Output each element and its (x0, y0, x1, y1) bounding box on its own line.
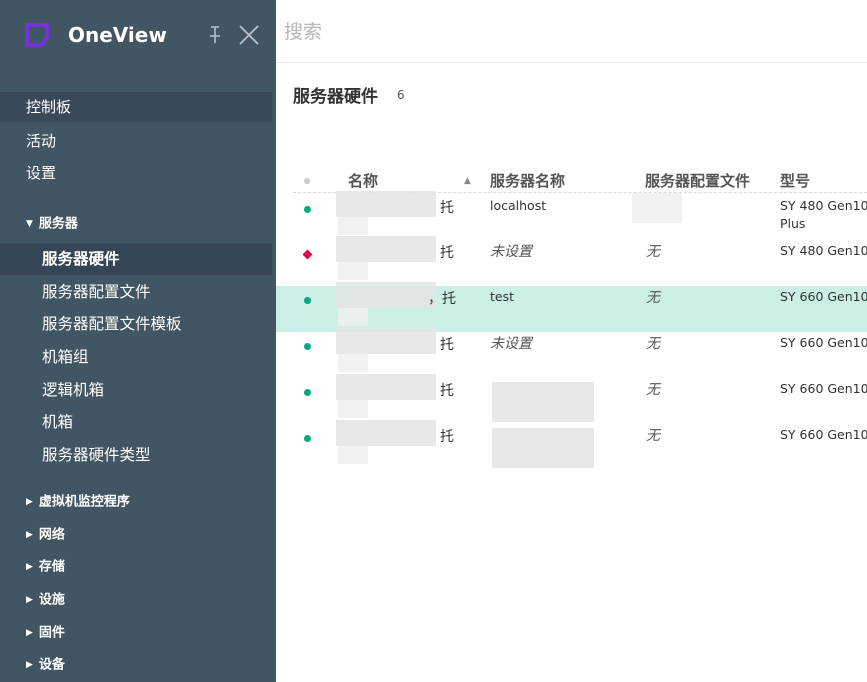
column-header-server-name[interactable]: 服务器名称 (490, 170, 565, 192)
collapsed-triangle-icon: ▶ (26, 660, 33, 670)
server-name-suffix[interactable]: 托 (440, 334, 454, 354)
sidebar-group-label: 存储 (38, 559, 65, 575)
server-name-suffix[interactable]: 托 (440, 242, 454, 262)
server-profile-cell: 无 (646, 244, 660, 260)
sidebar-item-server-profiles[interactable]: 服务器配置文件 (0, 276, 272, 308)
page-title: 服务器硬件 (293, 87, 378, 107)
sidebar-item-server-profile-templates[interactable]: 服务器配置文件模板 (0, 308, 272, 340)
sidebar-item-server-hardware[interactable]: 服务器硬件 (0, 243, 272, 275)
redacted-name (336, 236, 436, 262)
table-row[interactable]: ，托 test 无 SY 660 Gen10 (276, 282, 867, 332)
status-ok-icon (304, 297, 311, 304)
sidebar-item-enclosures[interactable]: 机箱 (0, 406, 272, 438)
sidebar-item-enclosure-groups[interactable]: 机箱组 (0, 341, 272, 373)
redacted-name (336, 282, 436, 308)
sidebar-group-servers[interactable]: ▼ 服务器 (0, 210, 272, 238)
sidebar-group-label: 网络 (38, 527, 65, 543)
sidebar-group-hypervisors[interactable]: ▶ 虚拟机监控程序 (0, 488, 272, 516)
brand-header: OneView (0, 0, 276, 70)
server-name-suffix[interactable]: 托 (440, 426, 454, 446)
collapsed-triangle-icon: ▶ (26, 595, 33, 605)
sidebar-group-label: 服务器 (38, 216, 78, 232)
status-ok-icon (304, 389, 311, 396)
redacted-server-name (492, 382, 594, 422)
redacted-name (336, 191, 436, 217)
sidebar-item-server-hardware-types[interactable]: 服务器硬件类型 (0, 439, 272, 471)
redacted-server-profile (632, 193, 682, 223)
sidebar-group-label: 设施 (38, 592, 65, 608)
redacted-name (338, 446, 368, 464)
search-bar (276, 0, 867, 63)
server-name-cell: localhost (490, 198, 547, 213)
oneview-logo-icon (25, 23, 49, 47)
redacted-name (338, 354, 368, 372)
sidebar-item-logical-enclosures[interactable]: 逻辑机箱 (0, 374, 272, 406)
model-cell: SY 480 Gen10 (780, 243, 867, 258)
sidebar-item-activity[interactable]: 活动 (0, 126, 272, 156)
app-name: OneView (68, 23, 167, 47)
sort-asc-icon[interactable]: ▲ (464, 176, 471, 186)
item-count: 6 (397, 88, 405, 102)
column-header-name[interactable]: 名称 (348, 170, 378, 192)
collapsed-triangle-icon: ▶ (26, 530, 33, 540)
column-header-server-profile[interactable]: 服务器配置文件 (645, 170, 750, 192)
model-cell: SY 660 Gen10 (780, 335, 867, 350)
server-profile-cell: 无 (646, 290, 660, 306)
collapsed-triangle-icon: ▶ (26, 497, 33, 507)
table-row[interactable]: 托 localhost SY 480 Gen10 Plus (276, 191, 867, 241)
sidebar-group-networking[interactable]: ▶ 网络 (0, 521, 272, 549)
server-name-suffix[interactable]: ，托 (428, 288, 456, 308)
server-name-cell: 未设置 (490, 336, 532, 352)
redacted-name (336, 374, 436, 400)
server-name-suffix[interactable]: 托 (440, 380, 454, 400)
redacted-name (336, 420, 436, 446)
model-cell-line2: Plus (780, 216, 806, 231)
status-column-header[interactable] (304, 178, 310, 184)
table-row[interactable]: 托 未设置 无 SY 480 Gen10 (276, 236, 867, 286)
collapsed-triangle-icon: ▶ (26, 628, 33, 638)
sidebar-group-storage[interactable]: ▶ 存储 (0, 553, 272, 581)
sidebar-group-label: 虚拟机监控程序 (38, 494, 130, 510)
redacted-name (338, 308, 368, 326)
sidebar-group-label: 固件 (38, 625, 65, 641)
sidebar-group-appliance[interactable]: ▶ 设备 (0, 651, 272, 679)
status-ok-icon (304, 435, 311, 442)
collapsed-triangle-icon: ▶ (26, 562, 33, 572)
expanded-triangle-icon: ▼ (26, 219, 33, 229)
server-name-suffix[interactable]: 托 (440, 197, 454, 217)
table-row[interactable]: 托 无 SY 660 Gen10 (276, 374, 867, 424)
server-name-cell: test (490, 289, 515, 304)
server-profile-cell: 无 (646, 428, 660, 444)
status-ok-icon (304, 343, 311, 350)
server-name-cell: 未设置 (490, 244, 532, 260)
model-cell: SY 480 Gen10 (780, 198, 867, 213)
table-row[interactable]: 托 未设置 无 SY 660 Gen10 (276, 328, 867, 378)
server-profile-cell: 无 (646, 336, 660, 352)
sidebar: OneView 控制板 活动 设置 ▼ 服务器 服务器硬件 服务器配置文件 服务器… (0, 0, 276, 682)
server-profile-cell: 无 (646, 382, 660, 398)
model-cell: SY 660 Gen10 (780, 427, 867, 442)
table-row[interactable]: 托 无 SY 660 Gen10 (276, 420, 867, 470)
pin-icon[interactable] (208, 26, 222, 44)
status-warning-icon (302, 249, 313, 260)
redacted-name (338, 217, 368, 235)
search-input[interactable] (282, 16, 846, 48)
sidebar-group-label: 设备 (38, 657, 65, 673)
redacted-name (338, 262, 368, 280)
status-ok-icon (304, 206, 311, 213)
sidebar-group-firmware[interactable]: ▶ 固件 (0, 619, 272, 647)
sidebar-group-facilities[interactable]: ▶ 设施 (0, 586, 272, 614)
redacted-name (336, 328, 436, 354)
model-cell: SY 660 Gen10 (780, 381, 867, 396)
column-header-model[interactable]: 型号 (780, 170, 810, 192)
redacted-name (338, 400, 368, 418)
model-cell: SY 660 Gen10 (780, 289, 867, 304)
close-icon[interactable] (238, 24, 260, 46)
sidebar-item-dashboard[interactable]: 控制板 (0, 92, 272, 122)
redacted-server-name (492, 428, 594, 468)
sidebar-item-settings[interactable]: 设置 (0, 158, 272, 188)
